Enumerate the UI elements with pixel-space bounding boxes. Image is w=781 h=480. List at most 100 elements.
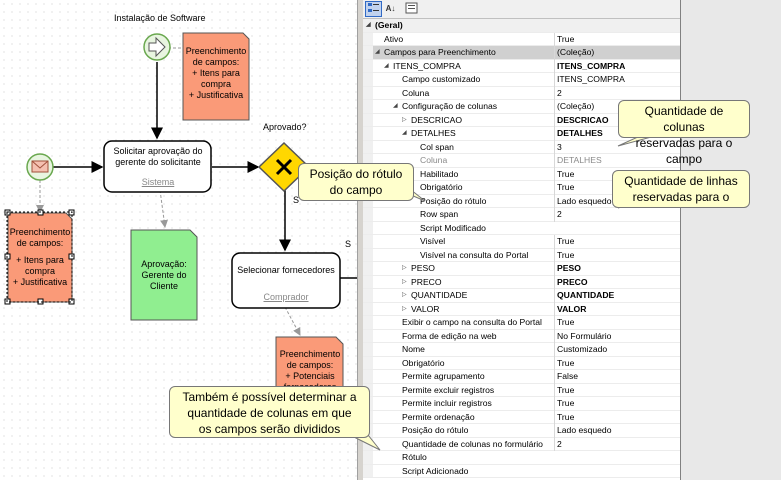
property-row[interactable]: Script Adicionado [363,464,680,478]
property-value[interactable]: True [554,397,680,411]
property-row[interactable]: ▷ PESO PESO [363,262,680,276]
property-row[interactable]: Quantidade de colunas no formulário 2 [363,437,680,451]
row-gutter [363,32,373,45]
property-row[interactable]: ▷ QUANTIDADE QUANTIDADE [363,289,680,303]
collapse-icon[interactable]: ◢ [384,60,389,74]
note-line: + Justificativa [12,277,68,287]
property-value[interactable]: 2 [554,437,680,451]
property-row[interactable]: Nome Customizado [363,343,680,357]
property-row[interactable]: Permite excluir registros True [363,383,680,397]
expand-icon[interactable]: ▷ [402,114,407,128]
property-value[interactable]: True [554,383,680,397]
property-row[interactable]: Forma de edição na web No Formulário [363,329,680,343]
property-row[interactable]: Obrigatório True [363,356,680,370]
property-row[interactable]: Coluna 2 [363,86,680,100]
property-row[interactable]: Ativo True [363,32,680,46]
callout-row-span: Quantidade de linhas reservadas para o [612,170,750,208]
property-pages-icon[interactable] [403,1,420,17]
alphabetical-icon[interactable]: A↓ [382,1,399,17]
property-value[interactable]: No Formulário [554,329,680,343]
property-name: Row span [420,209,459,219]
property-row[interactable]: Campo customizado ITENS_COMPRA [363,73,680,87]
property-row[interactable]: ◢ Campos para Preenchimento (Coleção) [363,46,680,60]
categorized-icon[interactable] [365,1,382,17]
collapse-icon[interactable]: ◢ [402,127,407,141]
row-gutter [363,127,373,140]
note-top-text: Preenchimento de campos: + Itens para co… [184,46,248,101]
property-name: Configuração de colunas [402,101,498,111]
property-value[interactable]: 2 [554,86,680,100]
property-name: DETALHES [411,128,456,138]
property-value[interactable]: VALOR [554,302,680,316]
property-row[interactable]: ◢ ITENS_COMPRA ITENS_COMPRA [363,59,680,74]
callout-line: Quantidade de linhas [624,174,738,188]
property-name: Campos para Preenchimento [384,47,496,57]
row-gutter [363,73,373,86]
property-name: (Geral) [375,20,403,30]
property-row[interactable]: Script Modificado [363,221,680,235]
property-row[interactable]: Posição do rótulo Lado esquedo [363,424,680,438]
expand-icon[interactable]: ▷ [402,276,407,290]
property-row[interactable]: ▷ PRECO PRECO [363,275,680,290]
property-row[interactable]: Permite incluir registros True [363,397,680,411]
property-value[interactable]: PRECO [554,275,680,289]
property-name: ITENS_COMPRA [393,60,461,71]
property-name: Campo customizado [402,74,481,84]
property-value[interactable]: True [554,356,680,370]
expand-icon[interactable]: ▷ [402,262,407,276]
property-rows: ◢ (Geral) Ativo True ◢ Campos para Preenchime… [363,19,680,480]
property-row[interactable]: Visível True [363,235,680,249]
collapse-icon[interactable]: ◢ [375,46,380,60]
note-line: + Justificativa [188,90,244,100]
note-left-text: Preenchimento de campos: + Itens para co… [8,227,72,288]
property-value[interactable]: PESO [554,262,680,276]
property-value[interactable]: 2 [554,208,680,222]
callout-line: quantidade de colunas em que [187,406,352,420]
collapse-icon[interactable]: ◢ [393,100,398,114]
property-row[interactable]: Permite ordenação True [363,410,680,424]
property-row[interactable]: ▷ VALOR VALOR [363,302,680,317]
property-row[interactable]: Permite agrupamento False [363,370,680,384]
property-value[interactable]: Lado esquedo [554,424,680,438]
task1-line2: gerente do solicitante [115,157,201,167]
property-name: Posição do rótulo [420,195,487,206]
property-name: Visível [420,236,446,246]
property-value[interactable]: True [554,316,680,330]
property-name: Rótulo [402,452,427,462]
note-line: de campos: [286,360,334,370]
expand-icon[interactable]: ▷ [402,289,407,303]
property-value[interactable]: Customizado [554,343,680,357]
task1-line1: Solicitar aprovação do [113,146,203,156]
property-name: Permite agrupamento [402,371,485,381]
property-name: Ativo [384,33,404,44]
callout-col-span: Quantidade de colunas reservadas para o … [618,100,750,166]
property-row[interactable]: Exibir o campo na consulta do Portal True [363,316,680,330]
property-value[interactable]: (Coleção) [554,46,680,60]
row-gutter [363,113,373,126]
property-name: Posição do rótulo [402,425,469,435]
expand-icon[interactable]: ▷ [402,303,407,317]
property-row[interactable]: Visível na consulta do Portal True [363,248,680,262]
property-name: Quantidade de colunas no formulário [402,438,543,449]
task2-role[interactable]: Comprador [234,292,338,303]
property-value[interactable]: False [554,370,680,384]
background-area [681,0,781,480]
property-value[interactable]: ITENS_COMPRA [554,59,680,73]
property-value[interactable]: True [554,248,680,262]
property-row[interactable]: ◢ (Geral) [363,19,680,33]
property-value[interactable]: True [554,235,680,249]
property-name: QUANTIDADE [411,290,468,300]
task2-title: Selecionar fornecedores [237,265,335,275]
task1-role[interactable]: Sistema [106,177,210,188]
row-gutter [363,46,373,59]
property-grid[interactable]: A↓ ◢ (Geral) Ativo True ◢ Campos para Preench… [363,0,681,480]
property-value[interactable]: QUANTIDADE [554,289,680,303]
task1-label: Solicitar aprovação do gerente do solici… [106,146,210,168]
property-row[interactable]: Row span 2 [363,208,680,222]
property-value[interactable]: True [554,32,680,46]
row-gutter [363,356,373,369]
property-value[interactable]: True [554,410,680,424]
property-row[interactable]: Rótulo [363,451,680,465]
property-value[interactable]: ITENS_COMPRA [554,73,680,87]
collapse-icon[interactable]: ◢ [366,19,371,33]
